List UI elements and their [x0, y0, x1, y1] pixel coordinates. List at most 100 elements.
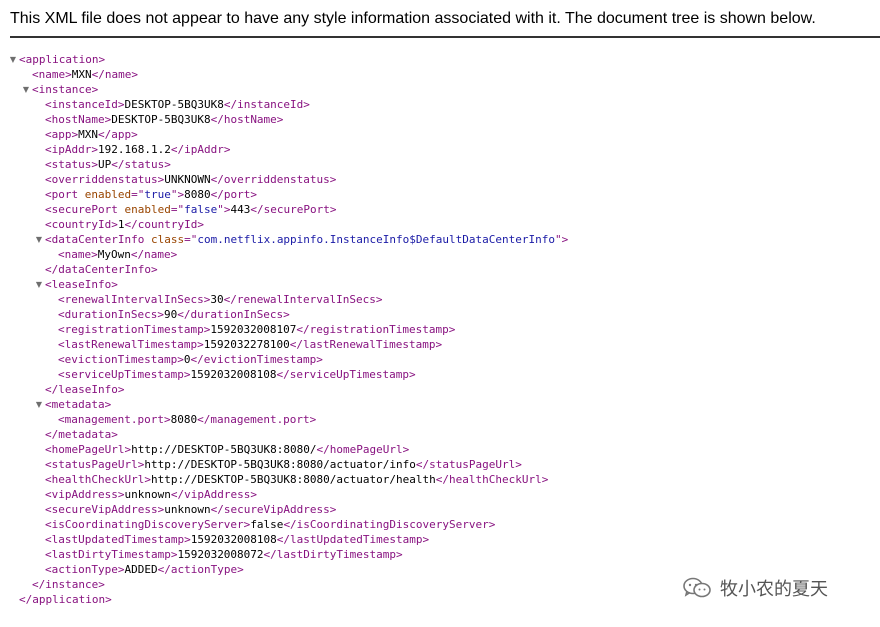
xml-tag: </hostName> — [210, 113, 284, 126]
xml-tag: </app> — [98, 128, 138, 141]
xml-line-content: <name>MXN</name> — [32, 67, 138, 82]
xml-line-content: </metadata> — [45, 427, 118, 442]
xml-tag: <actionType> — [45, 563, 125, 576]
xml-attribute-name: class — [144, 233, 185, 246]
xml-tag: </application> — [19, 593, 112, 606]
xml-text-value: false — [250, 518, 284, 531]
xml-text-value: http://DESKTOP-5BQ3UK8:8080/actuator/hea… — [150, 473, 436, 486]
xml-document-tree: ▼ <application> <name>MXN</name> ▼ <instance… — [0, 52, 880, 607]
xml-line-content: <app>MXN</app> — [45, 127, 138, 142]
xml-line: <isCoordinatingDiscoveryServer>false</is… — [0, 517, 880, 532]
xml-tag: <healthCheckUrl> — [45, 473, 151, 486]
xml-tag: <securePort — [45, 203, 118, 216]
xml-line: <securePort enabled="false">443</secureP… — [0, 202, 880, 217]
xml-line-content: <port enabled="true">8080</port> — [45, 187, 257, 202]
xml-tag: </name> — [130, 248, 178, 261]
xml-tag: <lastRenewalTimestamp> — [58, 338, 204, 351]
collapse-toggle-icon[interactable]: ▼ — [8, 52, 18, 67]
xml-line: <name>MyOwn</name> — [0, 247, 880, 262]
xml-tag: <overriddenstatus> — [45, 173, 165, 186]
xml-attribute-name: enabled — [78, 188, 132, 201]
xml-text-value: MyOwn — [97, 248, 131, 261]
xml-line-content: <leaseInfo> — [45, 277, 118, 292]
xml-tag: "> — [554, 233, 569, 246]
xml-line: <evictionTimestamp>0</evictionTimestamp> — [0, 352, 880, 367]
xml-line-content: </dataCenterInfo> — [45, 262, 158, 277]
xml-tag: <lastDirtyTimestamp> — [45, 548, 178, 561]
collapse-toggle-icon[interactable]: ▼ — [21, 82, 31, 97]
xml-line: <secureVipAddress>unknown</secureVipAddr… — [0, 502, 880, 517]
xml-tag: </instanceId> — [223, 98, 310, 111]
xml-tag: </status> — [111, 158, 171, 171]
xml-line: ▼ <metadata> — [0, 397, 880, 412]
xml-tag: </management.port> — [197, 413, 317, 426]
xml-line-content: <secureVipAddress>unknown</secureVipAddr… — [45, 502, 336, 517]
wechat-icon — [683, 577, 711, 598]
xml-attribute-name: enabled — [117, 203, 171, 216]
xml-text-value: 1592032008072 — [177, 548, 264, 561]
xml-line: <app>MXN</app> — [0, 127, 880, 142]
xml-tag: </lastRenewalTimestamp> — [289, 338, 443, 351]
xml-tag: </countryId> — [124, 218, 204, 231]
xml-line-content: <healthCheckUrl>http://DESKTOP-5BQ3UK8:8… — [45, 472, 548, 487]
xml-tag: <management.port> — [58, 413, 171, 426]
xml-tag: </statusPageUrl> — [415, 458, 522, 471]
xml-tag: <homePageUrl> — [45, 443, 132, 456]
xml-text-value: 1592032008107 — [210, 323, 297, 336]
xml-tag: </registrationTimestamp> — [296, 323, 456, 336]
xml-line: <durationInSecs>90</durationInSecs> — [0, 307, 880, 322]
xml-text-value: UNKNOWN — [164, 173, 211, 186]
xml-line: <management.port>8080</management.port> — [0, 412, 880, 427]
xml-tag: <vipAddress> — [45, 488, 125, 501]
xml-text-value: unknown — [164, 503, 211, 516]
collapse-toggle-icon[interactable]: ▼ — [34, 232, 44, 247]
xml-line: <renewalIntervalInSecs>30</renewalInterv… — [0, 292, 880, 307]
xml-tag: </vipAddress> — [170, 488, 257, 501]
xml-tag: <evictionTimestamp> — [58, 353, 184, 366]
watermark: 牧小农的夏天 — [682, 574, 828, 602]
xml-text-value: 1592032278100 — [203, 338, 290, 351]
xml-text-value: UP — [97, 158, 112, 171]
xml-tag: <lastUpdatedTimestamp> — [45, 533, 191, 546]
xml-text-value: MXN — [78, 128, 98, 141]
watermark-text: 牧小农的夏天 — [720, 579, 828, 600]
xml-tag: <registrationTimestamp> — [58, 323, 211, 336]
xml-line-content: <status>UP</status> — [45, 157, 171, 172]
xml-text-value: http://DESKTOP-5BQ3UK8:8080/ — [131, 443, 317, 456]
xml-tag: <instance> — [32, 83, 99, 96]
xml-tag: </overriddenstatus> — [210, 173, 337, 186]
xml-line-content: <renewalIntervalInSecs>30</renewalInterv… — [58, 292, 383, 307]
xml-tag: </healthCheckUrl> — [435, 473, 549, 486]
xml-text-value: 8080 — [184, 188, 211, 201]
xml-line-content: <application> — [19, 52, 105, 67]
xml-line: ▼ <instance> — [0, 82, 880, 97]
xml-attribute-value: true — [144, 188, 171, 201]
xml-tag: </dataCenterInfo> — [45, 263, 158, 276]
xml-text-value: 90 — [163, 308, 178, 321]
xml-tag: </renewalIntervalInSecs> — [223, 293, 383, 306]
xml-line-content: <actionType>ADDED</actionType> — [45, 562, 244, 577]
xml-line-content: <isCoordinatingDiscoveryServer>false</is… — [45, 517, 495, 532]
xml-tag: <hostName> — [45, 113, 112, 126]
xml-tag: <status> — [45, 158, 98, 171]
xml-tag: </instance> — [32, 578, 105, 591]
xml-tag: </homePageUrl> — [316, 443, 410, 456]
xml-line-content: <registrationTimestamp>1592032008107</re… — [58, 322, 455, 337]
xml-line: ▼ <leaseInfo> — [0, 277, 880, 292]
xml-info-message: This XML file does not appear to have an… — [10, 10, 816, 27]
xml-line-content: <lastUpdatedTimestamp>1592032008108</las… — [45, 532, 429, 547]
xml-text-value: 1592032008108 — [190, 368, 277, 381]
xml-tag: <name> — [58, 248, 98, 261]
xml-line-content: </instance> — [32, 577, 105, 592]
xml-tag: </evictionTimestamp> — [190, 353, 323, 366]
xml-line-content: <hostName>DESKTOP-5BQ3UK8</hostName> — [45, 112, 283, 127]
collapse-toggle-icon[interactable]: ▼ — [34, 277, 44, 292]
xml-line: <instanceId>DESKTOP-5BQ3UK8</instanceId> — [0, 97, 880, 112]
xml-tag: <dataCenterInfo — [45, 233, 145, 246]
xml-tag: =" — [170, 203, 185, 216]
xml-tag: </leaseInfo> — [45, 383, 125, 396]
collapse-toggle-icon[interactable]: ▼ — [34, 397, 44, 412]
xml-tag: <app> — [45, 128, 79, 141]
xml-line-content: <management.port>8080</management.port> — [58, 412, 316, 427]
xml-line-content: <lastRenewalTimestamp>1592032278100</las… — [58, 337, 442, 352]
